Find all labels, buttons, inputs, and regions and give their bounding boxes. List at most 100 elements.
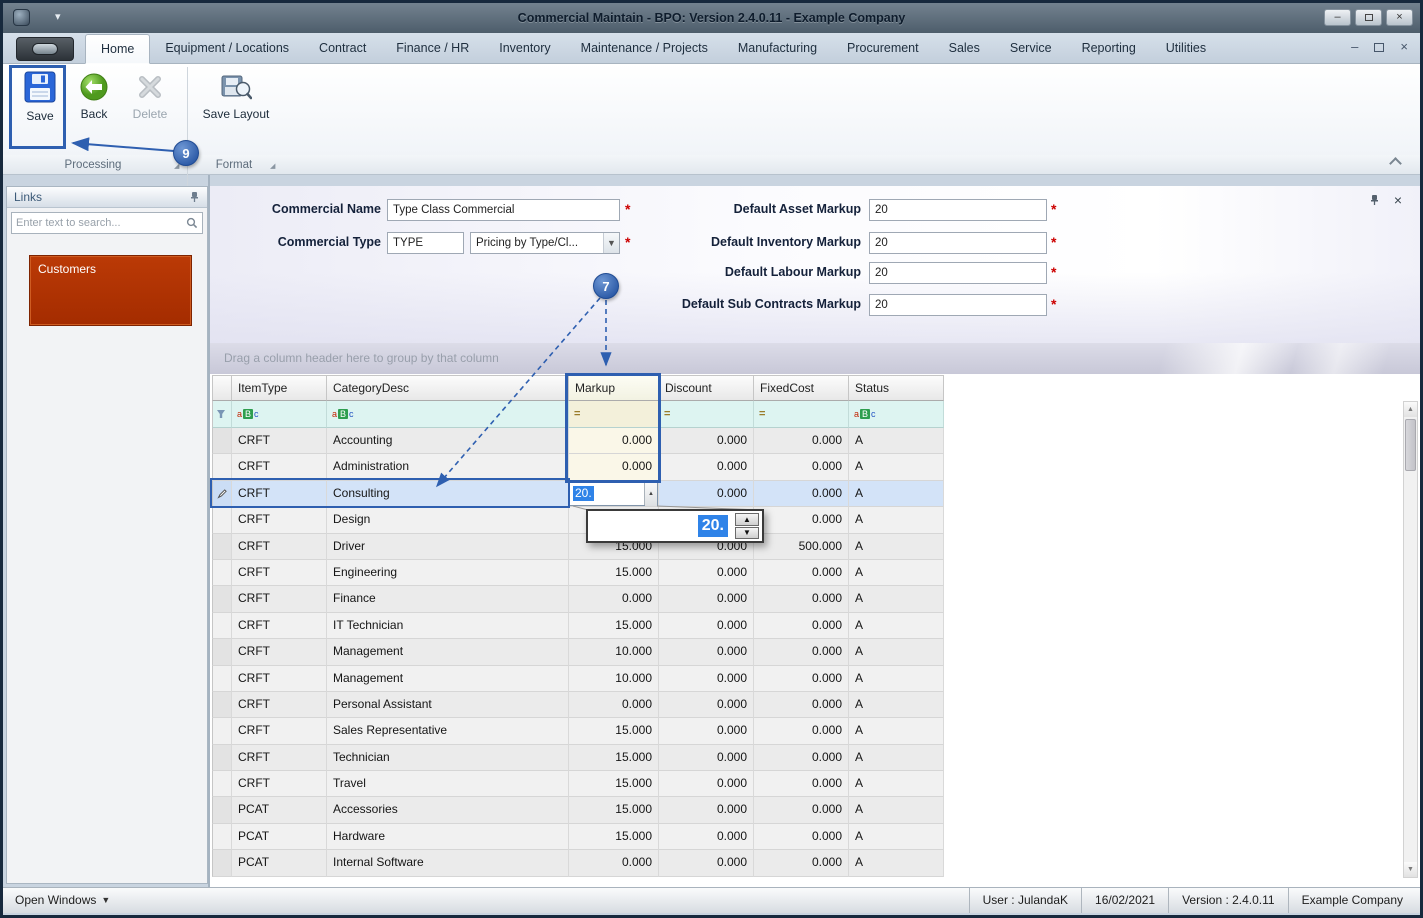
tab-manufacturing[interactable]: Manufacturing — [723, 33, 832, 64]
grid-cell[interactable]: A — [849, 744, 944, 772]
grid-cell[interactable]: A — [849, 454, 944, 481]
filter-discount[interactable]: = — [659, 401, 754, 428]
grid-cell[interactable]: CRFT — [232, 612, 327, 640]
table-row[interactable]: CRFT Accounting 0.000 0.000 0.000 A — [212, 428, 944, 455]
table-row[interactable]: CRFT Travel 15.000 0.000 0.000 A — [212, 771, 944, 798]
grid-cell[interactable]: CRFT — [232, 480, 327, 508]
row-indicator[interactable] — [212, 533, 232, 560]
filter-markup[interactable]: = — [569, 401, 659, 428]
table-row[interactable]: CRFT Design 0.000 A — [212, 507, 944, 534]
tab-reporting[interactable]: Reporting — [1067, 33, 1151, 64]
grid-cell[interactable]: CRFT — [232, 454, 327, 481]
grid-cell[interactable]: A — [849, 691, 944, 719]
grid-cell[interactable]: CRFT — [232, 771, 327, 798]
grid-cell[interactable]: 0.000 — [659, 691, 754, 719]
sidebar-item-customers[interactable]: Customers — [29, 255, 192, 326]
grid-cell[interactable]: Technician — [327, 744, 569, 772]
grid-cell[interactable]: 0.000 — [659, 744, 754, 772]
grid-cell[interactable]: 0.000 — [659, 454, 754, 481]
grid-cell[interactable]: A — [849, 480, 944, 508]
grid-cell[interactable]: A — [849, 718, 944, 745]
grid-cell[interactable]: 0.000 — [754, 797, 849, 824]
grid-cell[interactable]: CRFT — [232, 428, 327, 455]
tab-equipment-locations[interactable]: Equipment / Locations — [150, 33, 304, 64]
table-row[interactable]: CRFT Driver 15.000 0.000 500.000 A — [212, 533, 944, 560]
row-indicator[interactable] — [212, 797, 232, 824]
row-indicator[interactable] — [212, 771, 232, 798]
column-header-status[interactable]: Status — [849, 375, 944, 401]
ribbon-close-icon[interactable]: × — [1400, 39, 1408, 54]
grid-cell[interactable]: 20. ▲▼ — [569, 480, 659, 508]
grid-cell[interactable]: 15.000 — [569, 744, 659, 772]
grid-cell[interactable]: 0.000 — [659, 665, 754, 692]
filter-categorydesc[interactable]: aBc — [327, 401, 569, 428]
grid-cell[interactable]: 0.000 — [659, 771, 754, 798]
row-indicator[interactable] — [212, 586, 232, 613]
grid-cell[interactable]: CRFT — [232, 665, 327, 692]
grid-cell[interactable]: 10.000 — [569, 665, 659, 692]
row-indicator[interactable] — [212, 480, 232, 508]
tab-home[interactable]: Home — [85, 34, 151, 64]
grid-cell[interactable]: 0.000 — [569, 428, 659, 455]
scroll-thumb[interactable] — [1405, 419, 1416, 471]
grid-cell[interactable]: Finance — [327, 586, 569, 613]
row-indicator[interactable] — [212, 454, 232, 481]
column-header-categorydesc[interactable]: CategoryDesc — [327, 375, 569, 401]
grid-cell[interactable]: 15.000 — [569, 823, 659, 851]
filter-status[interactable]: aBc — [849, 401, 944, 428]
scroll-up-button[interactable]: ▲ — [1404, 402, 1417, 417]
commercial-type-input[interactable] — [387, 232, 464, 254]
default-asset-markup-input[interactable] — [869, 199, 1047, 221]
grid-cell[interactable]: PCAT — [232, 823, 327, 851]
row-indicator[interactable] — [212, 691, 232, 719]
tab-contract[interactable]: Contract — [304, 33, 381, 64]
grid-cell[interactable]: 0.000 — [754, 480, 849, 508]
grid-cell[interactable]: Engineering — [327, 559, 569, 587]
filter-fixedcost[interactable]: = — [754, 401, 849, 428]
grid-cell[interactable]: Hardware — [327, 823, 569, 851]
tab-utilities[interactable]: Utilities — [1151, 33, 1221, 64]
form-close-icon[interactable]: × — [1394, 192, 1402, 208]
grid-cell[interactable]: CRFT — [232, 586, 327, 613]
grid-cell[interactable]: Accessories — [327, 797, 569, 824]
table-row[interactable]: PCAT Internal Software 0.000 0.000 0.000 A — [212, 850, 944, 877]
grid-cell[interactable]: CRFT — [232, 559, 327, 587]
scroll-down-button[interactable]: ▼ — [1404, 862, 1417, 877]
delete-button[interactable]: Delete — [125, 72, 175, 121]
table-row[interactable]: CRFT Personal Assistant 0.000 0.000 0.000 A — [212, 691, 944, 719]
save-button[interactable]: Save — [15, 70, 65, 123]
grid-cell[interactable]: Management — [327, 639, 569, 666]
grid-cell[interactable]: A — [849, 665, 944, 692]
grid-cell[interactable]: A — [849, 771, 944, 798]
grid-cell[interactable]: A — [849, 507, 944, 534]
grid-cell[interactable]: A — [849, 586, 944, 613]
grid-cell[interactable]: 0.000 — [754, 559, 849, 587]
spinner-up-button[interactable]: ▲ — [645, 481, 657, 507]
grid-cell[interactable]: IT Technician — [327, 612, 569, 640]
row-indicator[interactable] — [212, 665, 232, 692]
close-button[interactable]: × — [1386, 9, 1413, 26]
grid-cell[interactable]: 0.000 — [754, 612, 849, 640]
row-indicator[interactable] — [212, 718, 232, 745]
grid-cell[interactable]: A — [849, 823, 944, 851]
grid-cell[interactable]: 0.000 — [659, 850, 754, 877]
grid-cell[interactable]: Management — [327, 665, 569, 692]
save-layout-button[interactable]: Save Layout — [197, 72, 275, 121]
grid-cell[interactable]: 0.000 — [754, 691, 849, 719]
row-indicator[interactable] — [212, 559, 232, 587]
grid-cell[interactable]: PCAT — [232, 850, 327, 877]
grid-cell[interactable]: 0.000 — [754, 586, 849, 613]
group-by-bar[interactable]: Drag a column header here to group by th… — [210, 343, 1420, 374]
grid-cell[interactable]: 0.000 — [754, 850, 849, 877]
grid-cell[interactable]: CRFT — [232, 744, 327, 772]
grid-cell[interactable]: 15.000 — [569, 771, 659, 798]
default-sub-contracts-markup-input[interactable] — [869, 294, 1047, 316]
row-indicator[interactable] — [212, 850, 232, 877]
grid-cell[interactable]: A — [849, 559, 944, 587]
grid-cell[interactable]: CRFT — [232, 639, 327, 666]
grid-cell[interactable]: Administration — [327, 454, 569, 481]
grid-cell[interactable]: 15.000 — [569, 718, 659, 745]
table-row[interactable]: CRFT IT Technician 15.000 0.000 0.000 A — [212, 612, 944, 640]
grid-cell[interactable]: 0.000 — [754, 744, 849, 772]
table-row[interactable]: CRFT Technician 15.000 0.000 0.000 A — [212, 744, 944, 772]
